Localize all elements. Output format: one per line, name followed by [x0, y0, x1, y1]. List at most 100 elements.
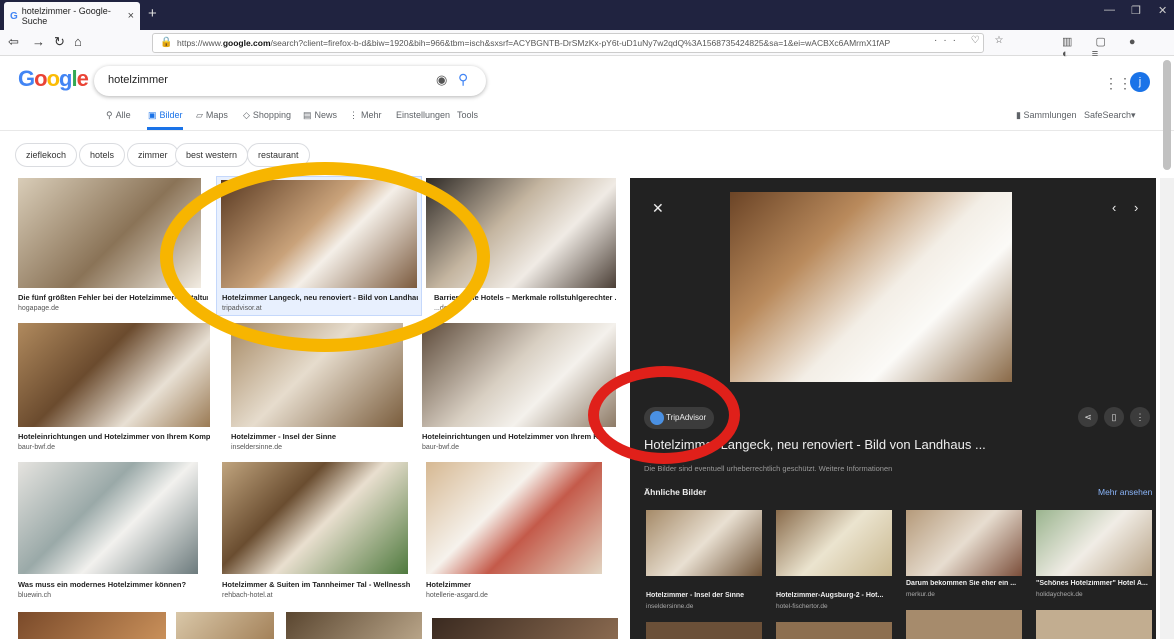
result-caption[interactable]: Hotelzimmer: [426, 580, 596, 589]
browser-tab[interactable]: G hotelzimmer - Google-Suche ×: [4, 2, 140, 30]
forward-icon[interactable]: →: [32, 34, 45, 49]
close-icon[interactable]: ✕: [652, 200, 664, 217]
highlight-ellipse-yellow: [160, 162, 490, 352]
map-icon: ▱: [196, 110, 203, 120]
toolbar-icons[interactable]: ▥ ▢ ● ◐ ≡: [1062, 35, 1174, 60]
tab-shopping[interactable]: ◇ Shopping: [243, 110, 291, 121]
chip[interactable]: zimmer: [127, 143, 179, 167]
active-tab-indicator: [147, 127, 183, 130]
chip[interactable]: best western: [175, 143, 249, 167]
search-icon[interactable]: ⚲: [458, 71, 468, 88]
right-links: ▮ Sammlungen SafeSearch▾: [1016, 110, 1136, 121]
safesearch-link[interactable]: SafeSearch: [1084, 110, 1131, 120]
result-image[interactable]: [422, 323, 616, 427]
tab-maps[interactable]: ▱ Maps: [196, 110, 228, 121]
collections-icon: ▮: [1016, 110, 1021, 120]
chip[interactable]: zieflekoch: [15, 143, 78, 167]
tag-icon: ◇: [243, 110, 250, 120]
similar-caption[interactable]: Darum bekommen Sie eher ein ...: [906, 580, 1026, 587]
home-icon[interactable]: ⌂: [74, 34, 82, 49]
result-caption[interactable]: Was muss ein modernes Hotelzimmer können…: [18, 580, 208, 589]
tab-alle[interactable]: ⚲ Alle: [106, 110, 131, 121]
bookmark-icon[interactable]: ▯: [1104, 407, 1124, 427]
share-icon[interactable]: ⋖: [1078, 407, 1098, 427]
result-image[interactable]: [432, 618, 618, 639]
similar-image[interactable]: [906, 610, 1022, 639]
window-close-icon[interactable]: ✕: [1158, 4, 1167, 17]
tab-mehr[interactable]: ⋮ Mehr: [349, 110, 382, 121]
url-rest: /search?client=firefox-b-d&biw=1920&bih=…: [270, 38, 891, 48]
url-bar[interactable]: 🔒 https://www.google.com/search?client=f…: [152, 33, 984, 53]
image-icon: ▣: [148, 110, 157, 120]
result-image[interactable]: [176, 612, 274, 639]
similar-image[interactable]: [646, 510, 762, 576]
result-source: bluewin.ch: [18, 592, 52, 599]
result-source: hotellerie-asgard.de: [426, 592, 488, 599]
google-logo[interactable]: Google: [18, 66, 89, 92]
dropdown-icon: ▾: [1131, 110, 1136, 120]
result-caption[interactable]: Hoteleinrichtungen und Hotelzimmer von I…: [422, 432, 598, 441]
result-source: hogapage.de: [18, 305, 59, 312]
similar-caption[interactable]: Hotelzimmer - Insel der Sinne: [646, 592, 766, 599]
back-icon[interactable]: ⇦: [8, 34, 19, 50]
similar-caption[interactable]: Hotelzimmer-Augsburg-2 - Hot...: [776, 592, 896, 599]
result-caption[interactable]: Hotelzimmer & Suiten im Tannheimer Tal -…: [222, 580, 410, 589]
reload-icon[interactable]: ↻: [54, 34, 65, 50]
tab-tools[interactable]: Tools: [457, 110, 478, 120]
tab-bilder[interactable]: ▣ Bilder: [148, 110, 183, 121]
new-tab-icon[interactable]: +: [148, 5, 157, 22]
similar-caption[interactable]: "Schönes Hotelzimmer" Hotel A...: [1036, 580, 1152, 587]
tab-close-icon[interactable]: ×: [128, 10, 134, 22]
google-favicon-icon: G: [10, 10, 18, 22]
preview-image[interactable]: [730, 192, 1012, 382]
panel-scrollbar[interactable]: [1160, 178, 1174, 639]
similar-image[interactable]: [646, 622, 762, 639]
similar-source: hotel-fischertor.de: [776, 603, 828, 610]
news-icon: ▤: [303, 110, 312, 120]
similar-image[interactable]: [906, 510, 1022, 576]
minimize-icon[interactable]: —: [1104, 4, 1115, 16]
search-box[interactable]: hotelzimmer ◉ ⚲: [94, 66, 486, 96]
page-actions-icon[interactable]: ··· ♡ ☆: [934, 35, 1009, 46]
result-caption[interactable]: Hotelzimmer - Insel der Sinne: [231, 432, 411, 441]
similar-source: holidaycheck.de: [1036, 591, 1083, 598]
page-scrollbar-thumb[interactable]: [1163, 60, 1171, 170]
highlight-ellipse-red: [588, 366, 740, 464]
result-caption[interactable]: Hoteleinrichtungen und Hotelzimmer von I…: [18, 432, 210, 441]
result-image[interactable]: [18, 612, 166, 639]
next-icon[interactable]: ›: [1134, 200, 1138, 215]
similar-image[interactable]: [776, 510, 892, 576]
similar-source: inseldersinne.de: [646, 603, 694, 610]
url-domain: google.com: [222, 38, 271, 48]
tab-einstellungen[interactable]: Einstellungen: [396, 110, 450, 120]
result-image[interactable]: [18, 323, 210, 427]
result-image[interactable]: [222, 462, 408, 574]
url-prefix: https://www.: [177, 38, 223, 48]
browser-tabbar: G hotelzimmer - Google-Suche × + — ❐ ✕: [0, 0, 1174, 30]
result-image[interactable]: [426, 462, 602, 574]
chip[interactable]: hotels: [79, 143, 126, 167]
search-input[interactable]: hotelzimmer: [108, 74, 168, 86]
copyright-note: Die Bilder sind eventuell urheberrechtli…: [644, 464, 893, 473]
see-more-link[interactable]: Mehr ansehen: [1098, 487, 1152, 497]
browser-navbar: ⇦ → ↻ ⌂ 🔒 https://www.google.com/search?…: [0, 30, 1174, 60]
maximize-icon[interactable]: ❐: [1131, 4, 1141, 17]
result-source: baur-bwf.de: [422, 444, 459, 451]
tab-title: hotelzimmer - Google-Suche: [21, 6, 111, 26]
camera-icon[interactable]: ◉: [436, 72, 447, 88]
similar-source: merkur.de: [906, 591, 935, 598]
result-image[interactable]: [18, 462, 198, 574]
more-options-icon[interactable]: ⋮: [1130, 407, 1150, 427]
tab-news[interactable]: ▤ News: [303, 110, 337, 121]
result-image[interactable]: [286, 612, 422, 639]
collections-link[interactable]: Sammlungen: [1023, 110, 1076, 120]
result-source: inseldersinne.de: [231, 444, 282, 451]
similar-image[interactable]: [776, 622, 892, 639]
prev-icon[interactable]: ‹: [1112, 200, 1116, 215]
similar-image[interactable]: [1036, 510, 1152, 576]
more-vert-icon: ⋮: [349, 110, 358, 120]
avatar[interactable]: j: [1130, 72, 1150, 92]
similar-image[interactable]: [1036, 610, 1152, 639]
nav-divider: [0, 130, 1174, 131]
similar-images-heading: Ähnliche Bilder: [644, 487, 707, 497]
